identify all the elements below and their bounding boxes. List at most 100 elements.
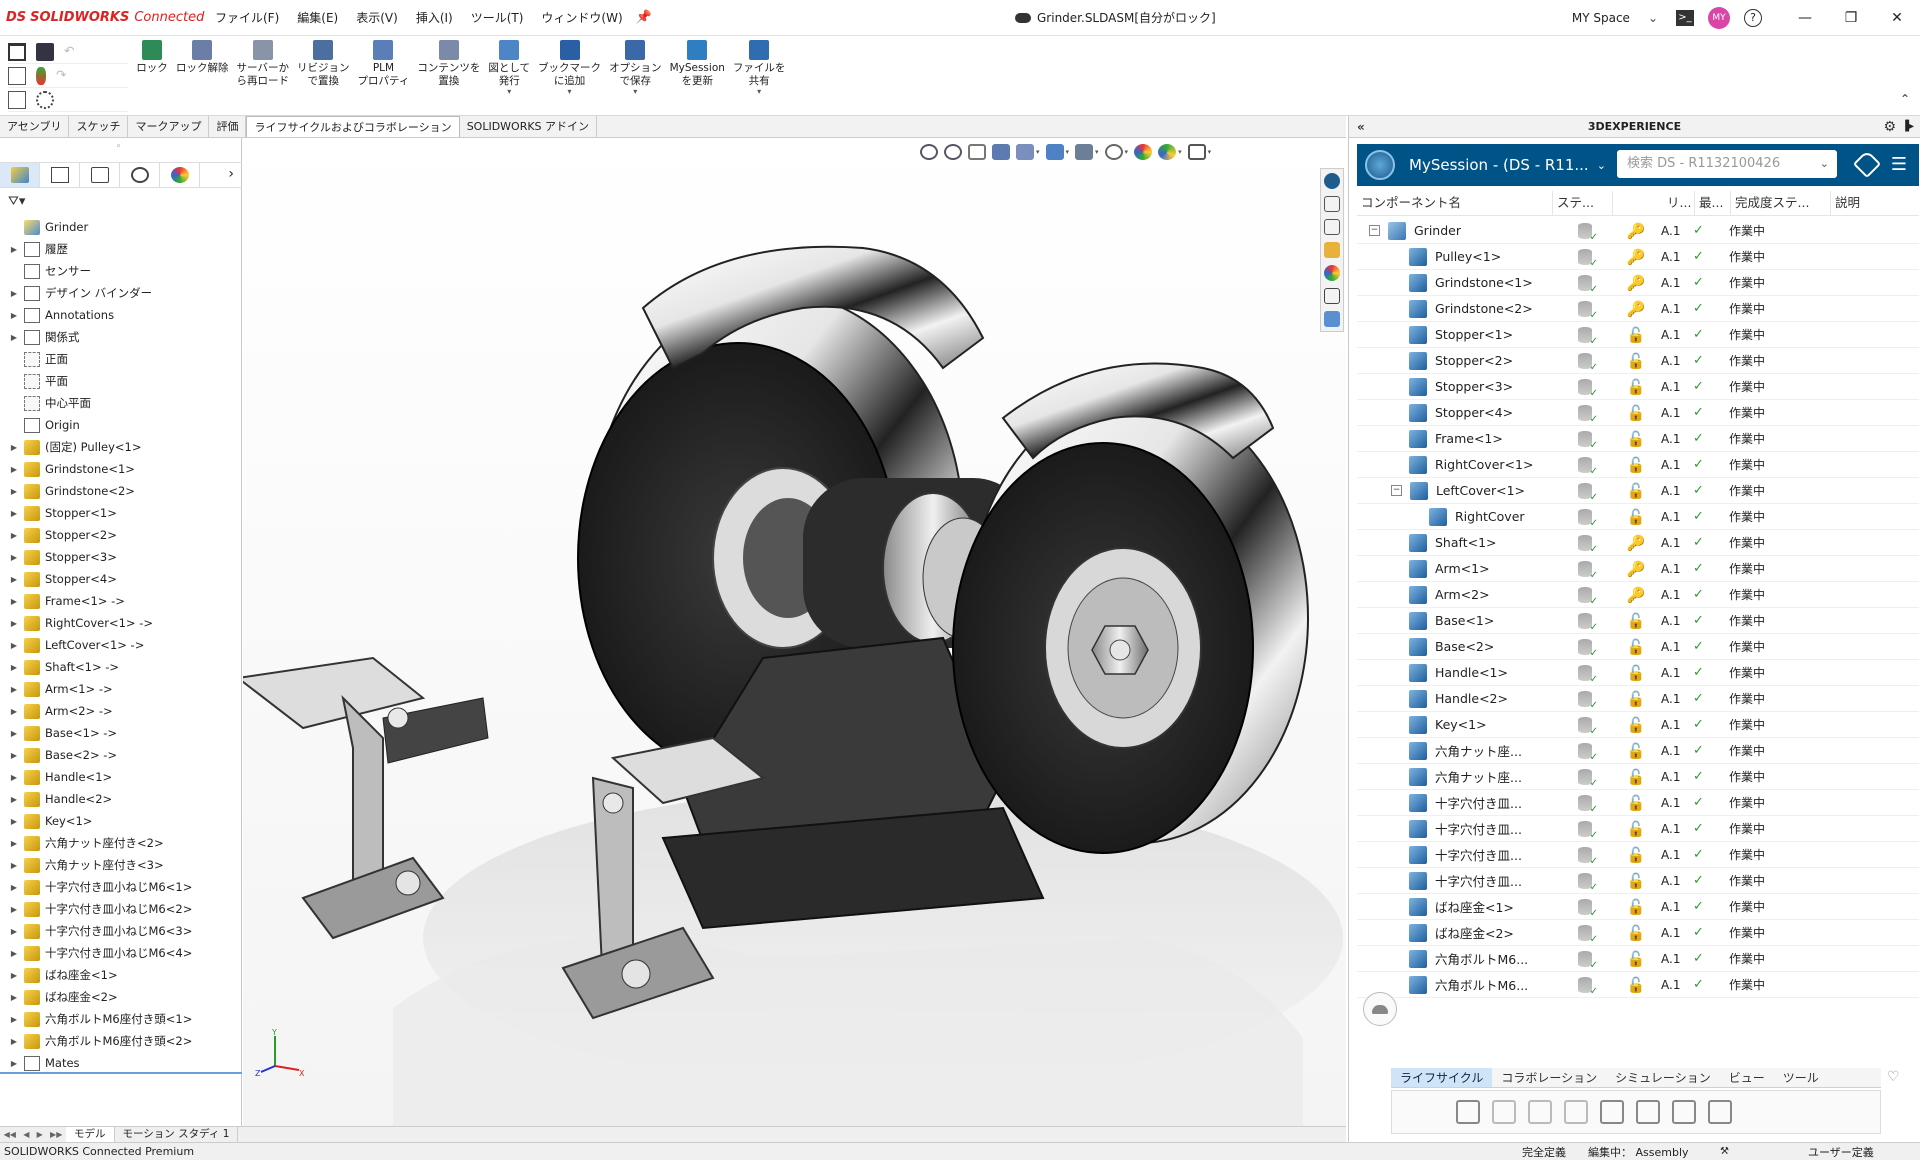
tree-icon[interactable] [1708, 1100, 1732, 1124]
key-icon[interactable]: 🔑 [1619, 248, 1653, 266]
ribbon-button-6[interactable]: 図として 発行 ▾ [484, 40, 534, 96]
expand-arrow-icon[interactable]: ▶ [8, 773, 20, 782]
expand-arrow-icon[interactable]: ▶ [8, 927, 20, 936]
expand-arrow-icon[interactable]: ▶ [8, 993, 20, 1002]
col-description[interactable]: 説明 [1831, 191, 1911, 215]
table-row[interactable]: − LeftCover<1> 🔓 A.1 ✓ 作業中 [1357, 478, 1919, 504]
table-row[interactable]: 六角ボルトM6... 🔓 A.1 ✓ 作業中 [1357, 946, 1919, 972]
tab-command-5[interactable]: SOLIDWORKS アドイン [460, 116, 598, 137]
tree-item[interactable]: ▶ Base<1> -> [0, 722, 242, 744]
tab-display-manager[interactable] [160, 163, 200, 187]
expand-arrow-icon[interactable]: ▶ [8, 553, 20, 562]
rebuild-icon[interactable]: ⚒ [1720, 1146, 1729, 1157]
tab-panel-4[interactable]: ツール [1774, 1068, 1828, 1087]
expand-arrow-icon[interactable]: ▶ [8, 1037, 20, 1046]
compass-logo-icon[interactable] [1365, 150, 1395, 180]
space-selector[interactable]: MY Space [1572, 11, 1630, 25]
table-row[interactable]: Pulley<1> 🔑 A.1 ✓ 作業中 [1357, 244, 1919, 270]
expand-arrow-icon[interactable]: ▶ [8, 641, 20, 650]
table-row[interactable]: RightCover 🔓 A.1 ✓ 作業中 [1357, 504, 1919, 530]
tree-item[interactable]: ▶ 履歴 [0, 238, 242, 260]
menu-window[interactable]: ウィンドウ(W) [532, 0, 631, 36]
expand-arrow-icon[interactable]: ▶ [8, 949, 20, 958]
table-row[interactable]: Key<1> 🔓 A.1 ✓ 作業中 [1357, 712, 1919, 738]
tab-feature-tree[interactable] [0, 163, 40, 187]
col-latest[interactable]: 最... [1695, 190, 1731, 215]
menu-icon[interactable]: ☰ [1891, 154, 1907, 175]
tree-item[interactable]: ▶ Base<2> -> [0, 744, 242, 766]
unlock-icon[interactable]: 🔓 [1619, 508, 1653, 526]
collapse-toggle-icon[interactable]: − [1369, 225, 1380, 236]
tree-item[interactable]: ▶ RightCover<1> -> [0, 612, 242, 634]
table-row[interactable]: Arm<2> 🔑 A.1 ✓ 作業中 [1357, 582, 1919, 608]
unlock-icon[interactable]: 🔓 [1619, 482, 1653, 500]
tree-item[interactable]: ▶ Key<1> [0, 810, 242, 832]
collapse-ribbon-icon[interactable]: ⌃ [1900, 92, 1910, 106]
unlock-icon[interactable]: 🔓 [1619, 898, 1653, 916]
unlock-icon[interactable]: 🔓 [1619, 950, 1653, 968]
expand-arrow-icon[interactable]: ▶ [8, 861, 20, 870]
structure-icon[interactable] [1600, 1100, 1624, 1124]
chevron-down-icon[interactable]: ⌄ [1648, 11, 1658, 25]
gear-icon[interactable]: ⚙ [1883, 119, 1896, 135]
search-where-used-icon[interactable] [1528, 1100, 1552, 1124]
unlock-icon[interactable]: 🔓 [1619, 742, 1653, 760]
chevron-right-icon[interactable]: › [228, 166, 234, 182]
tree-item[interactable]: ▶ 六角ナット座付き<3> [0, 854, 242, 876]
tree-item[interactable]: ▶ Arm<1> -> [0, 678, 242, 700]
table-row[interactable]: 十字穴付き皿... 🔓 A.1 ✓ 作業中 [1357, 842, 1919, 868]
unlock-icon[interactable]: 🔓 [1619, 664, 1653, 682]
session-chevron-icon[interactable]: ⌄ [1597, 159, 1606, 172]
table-row[interactable]: 六角ナット座... 🔓 A.1 ✓ 作業中 [1357, 738, 1919, 764]
table-row[interactable]: Stopper<2> 🔓 A.1 ✓ 作業中 [1357, 348, 1919, 374]
expand-arrow-icon[interactable]: ▶ [8, 465, 20, 474]
tree-item[interactable]: 正面 [0, 348, 242, 370]
collapse-panel-icon[interactable]: « [1357, 120, 1365, 134]
menu-view[interactable]: 表示(V) [347, 0, 407, 36]
unlock-icon[interactable]: 🔓 [1619, 430, 1653, 448]
tree-item[interactable]: ▶ Stopper<2> [0, 524, 242, 546]
tree-item[interactable]: ▶ Grindstone<2> [0, 480, 242, 502]
tree-item[interactable]: ▶ 関係式 [0, 326, 242, 348]
ribbon-button-2[interactable]: サーバーか ら再ロード [233, 40, 294, 96]
tree-item[interactable]: ▶ Arm<2> -> [0, 700, 242, 722]
tree-item[interactable]: ▶ Handle<2> [0, 788, 242, 810]
tree-item[interactable]: ▶ Stopper<3> [0, 546, 242, 568]
table-row[interactable]: Shaft<1> 🔑 A.1 ✓ 作業中 [1357, 530, 1919, 556]
expand-arrow-icon[interactable]: ▶ [8, 685, 20, 694]
tree-item[interactable]: ▶ (固定) Pulley<1> [0, 436, 242, 458]
tree-item[interactable]: ▶ Shaft<1> -> [0, 656, 242, 678]
table-row[interactable]: 十字穴付き皿... 🔓 A.1 ✓ 作業中 [1357, 868, 1919, 894]
tab-navigation[interactable]: ◀◀ ◀ ▶ ▶▶ [0, 1127, 66, 1142]
key-icon[interactable]: 🔑 [1619, 560, 1653, 578]
dropdown-caret-icon[interactable]: ▾ [568, 88, 572, 96]
ribbon-button-5[interactable]: コンテンツを 置換 [413, 40, 484, 96]
table-row[interactable]: Grindstone<2> 🔑 A.1 ✓ 作業中 [1357, 296, 1919, 322]
unlock-icon[interactable]: 🔓 [1619, 768, 1653, 786]
expand-arrow-icon[interactable]: ▶ [8, 289, 20, 298]
tab-appearances[interactable] [1321, 262, 1343, 284]
tab-design-library[interactable] [1321, 193, 1343, 215]
unlock-icon[interactable]: 🔓 [1619, 690, 1653, 708]
tab-panel-1[interactable]: コラボレーション [1492, 1068, 1606, 1087]
expand-arrow-icon[interactable]: ▶ [8, 531, 20, 540]
filter-icon[interactable]: ⛛▾ [8, 194, 25, 209]
tab-3dexperience[interactable] [1321, 170, 1343, 192]
col-state[interactable]: ステ... [1553, 190, 1613, 215]
unlock-icon[interactable]: 🔓 [1619, 846, 1653, 864]
tab-panel-3[interactable]: ビュー [1720, 1068, 1774, 1087]
tab-command-3[interactable]: 評価 [209, 116, 247, 137]
unlock-icon[interactable]: 🔓 [1619, 456, 1653, 474]
expand-arrow-icon[interactable]: ▶ [8, 751, 20, 760]
col-component-name[interactable]: コンポーネント名 [1357, 190, 1553, 215]
unlock-icon[interactable]: 🔓 [1619, 716, 1653, 734]
menu-edit[interactable]: 編集(E) [288, 0, 347, 36]
table-row[interactable]: Base<2> 🔓 A.1 ✓ 作業中 [1357, 634, 1919, 660]
ribbon-button-4[interactable]: PLM プロパティ [354, 40, 414, 96]
pin-icon[interactable]: 📌 [636, 10, 652, 25]
tree-item[interactable]: 平面 [0, 370, 242, 392]
col-revision[interactable]: リ... [1663, 190, 1695, 215]
terminal-icon[interactable]: >_ [1676, 10, 1694, 26]
tab-recognizer[interactable] [1321, 308, 1343, 330]
save-icon[interactable] [36, 42, 54, 61]
